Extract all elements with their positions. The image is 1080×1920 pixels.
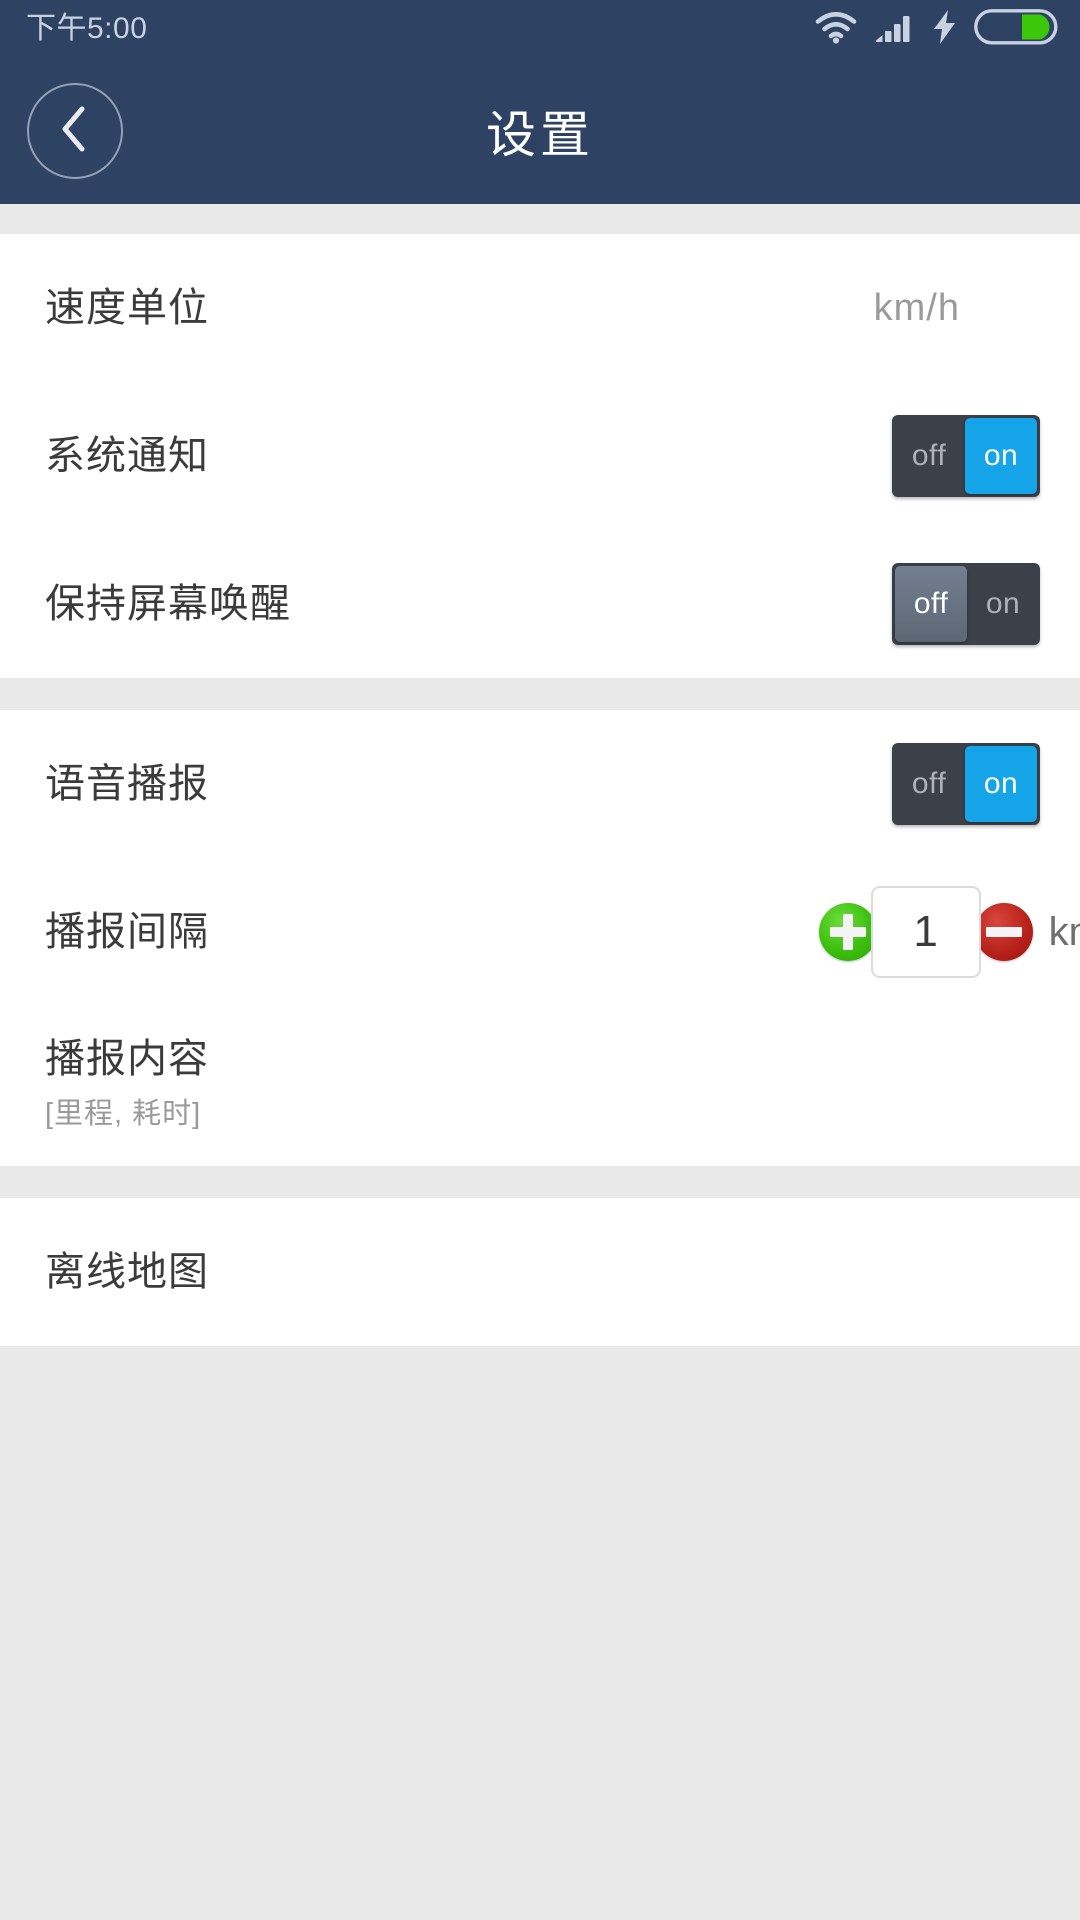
- row-label-group: 语音播报: [45, 761, 209, 807]
- interval-input[interactable]: 1: [870, 886, 981, 978]
- row-broadcast-interval[interactable]: 播报间隔 1 km: [0, 858, 1080, 1006]
- row-control: 1 km: [797, 886, 1080, 978]
- row-speed-unit[interactable]: 速度单位 km/h: [0, 234, 1080, 382]
- battery-icon: [974, 8, 1058, 50]
- row-label: 播报内容: [45, 1037, 209, 1081]
- interval-stepper: 1 km: [818, 886, 1080, 978]
- settings-screen: 下午5:00 设置 速度单位 km/h 系统通知 off on 保持屏幕唤醒 o…: [0, 0, 1080, 1920]
- interval-unit: km: [1048, 909, 1080, 954]
- toggle-keep-screen-awake[interactable]: on off: [892, 563, 1040, 645]
- section-gap: [0, 678, 1080, 710]
- toggle-off-label: off: [911, 439, 947, 472]
- app-header: 设置: [0, 58, 1080, 204]
- status-bar: 下午5:00: [0, 0, 1080, 58]
- speed-unit-value: km/h: [873, 286, 960, 329]
- page-title: 设置: [486, 107, 594, 163]
- row-control: off on: [892, 415, 1080, 497]
- settings-section-voice: 语音播报 off on 播报间隔 1 k 播报内容 [里程, 耗时]: [0, 710, 1080, 1166]
- row-control: on off: [892, 563, 1080, 645]
- row-label: 系统通知: [45, 434, 209, 478]
- minus-circle-icon[interactable]: [974, 903, 1033, 961]
- status-bar-icons: [814, 8, 1058, 50]
- section-gap: [0, 204, 1080, 234]
- row-sublabel: [里程, 耗时]: [45, 1098, 202, 1130]
- row-label: 保持屏幕唤醒: [45, 582, 291, 626]
- settings-section-general: 速度单位 km/h 系统通知 off on 保持屏幕唤醒 on off: [0, 234, 1080, 678]
- toggle-thumb: off: [895, 566, 967, 642]
- settings-section-map: 离线地图: [0, 1198, 1080, 1346]
- row-label-group: 保持屏幕唤醒: [45, 581, 291, 627]
- row-keep-screen-awake[interactable]: 保持屏幕唤醒 on off: [0, 530, 1080, 678]
- row-label: 语音播报: [45, 762, 209, 806]
- row-control: off on: [892, 743, 1080, 825]
- section-gap: [0, 1166, 1080, 1198]
- status-bar-clock: 下午5:00: [26, 12, 148, 45]
- wifi-icon: [814, 10, 858, 49]
- row-label: 播报间隔: [45, 910, 209, 954]
- toggle-off-label: off: [911, 767, 947, 800]
- settings-list: 速度单位 km/h 系统通知 off on 保持屏幕唤醒 on off 语音播报…: [0, 204, 1080, 1920]
- row-label-group: 离线地图: [45, 1249, 209, 1295]
- row-label-group: 播报间隔: [45, 909, 209, 955]
- toggle-system-notification[interactable]: off on: [892, 415, 1040, 497]
- plus-circle-icon[interactable]: [818, 903, 877, 961]
- toggle-voice-broadcast[interactable]: off on: [892, 743, 1040, 825]
- toggle-thumb: on: [965, 418, 1037, 494]
- toggle-on-label: on: [985, 587, 1021, 620]
- cellular-signal-icon: [876, 11, 916, 48]
- row-label: 离线地图: [45, 1250, 209, 1294]
- row-offline-map[interactable]: 离线地图: [0, 1198, 1080, 1346]
- charging-bolt-icon: [934, 9, 956, 49]
- row-broadcast-content[interactable]: 播报内容 [里程, 耗时]: [0, 1006, 1080, 1166]
- row-label-group: 系统通知: [45, 433, 209, 479]
- toggle-thumb: on: [965, 746, 1037, 822]
- row-label-group: 播报内容 [里程, 耗时]: [45, 1036, 209, 1132]
- row-control: km/h: [874, 287, 1080, 330]
- row-system-notification[interactable]: 系统通知 off on: [0, 382, 1080, 530]
- row-label: 速度单位: [45, 286, 209, 330]
- row-label-group: 速度单位: [45, 285, 209, 331]
- list-background-filler: [0, 1346, 1080, 1920]
- row-voice-broadcast[interactable]: 语音播报 off on: [0, 710, 1080, 858]
